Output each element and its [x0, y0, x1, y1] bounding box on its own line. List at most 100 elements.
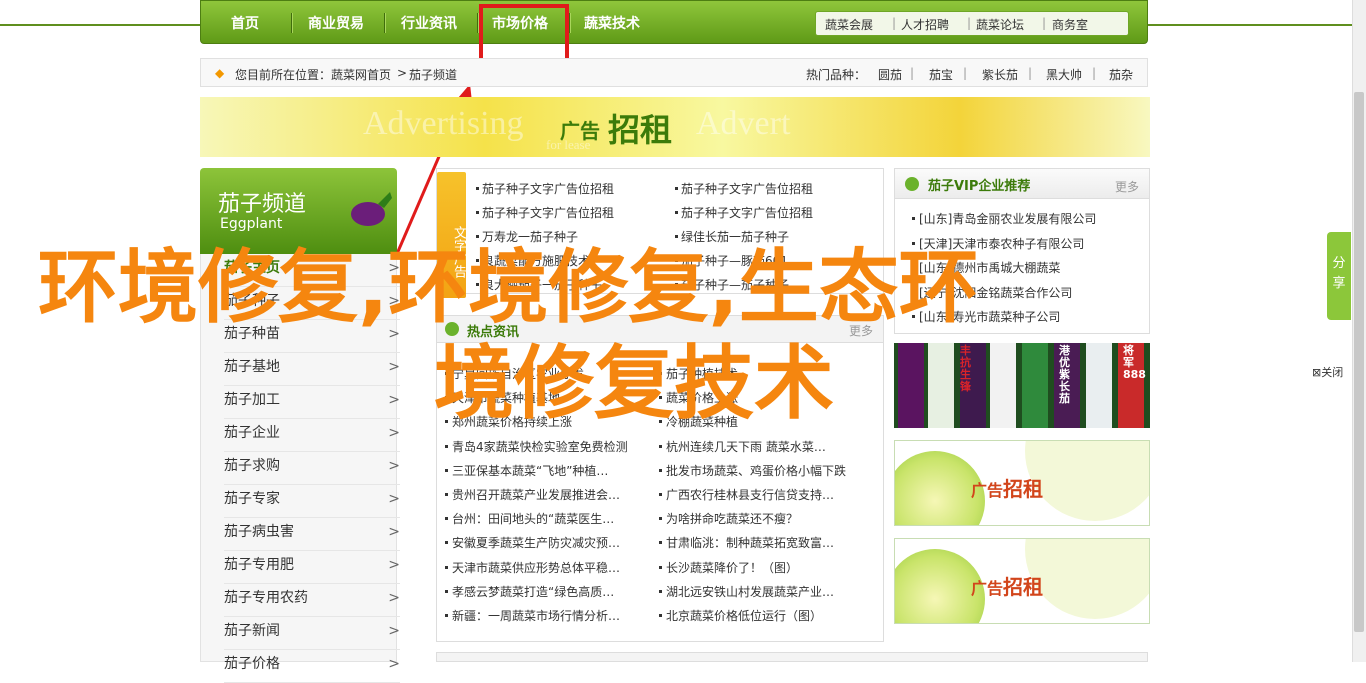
- breadcrumb-home[interactable]: 蔬菜网首页: [331, 66, 391, 83]
- nav-tech[interactable]: 蔬菜技术: [584, 13, 640, 33]
- sidebar-item[interactable]: 茄子基地 >: [224, 353, 400, 386]
- product-photo[interactable]: 丰抗生锋 港优紫长茄 将军888: [894, 343, 1150, 428]
- news-link[interactable]: 贵州召开蔬菜产业发展推进会…: [452, 486, 620, 503]
- sidebar-item[interactable]: 茄子加工 >: [224, 386, 400, 419]
- eggplant-icon: [351, 192, 392, 226]
- sidebar-item[interactable]: 茄子专用肥 >: [224, 551, 400, 584]
- hot-link[interactable]: 茄宝: [929, 66, 953, 83]
- news-link[interactable]: 长沙蔬菜降价了！（图）: [666, 559, 798, 576]
- bullet-icon: [445, 589, 448, 593]
- bullet-icon: [659, 614, 662, 617]
- bullet-icon: [445, 468, 448, 472]
- bullet-icon: [659, 493, 662, 496]
- hot-link[interactable]: 紫长茄: [982, 66, 1018, 83]
- bullet-icon: [659, 444, 662, 448]
- vip-header: 茄子VIP企业推荐 更多: [895, 169, 1149, 199]
- news-link[interactable]: 安徽夏季蔬菜生产防灾减灾预…: [452, 534, 620, 551]
- close-ad-label: 关闭: [1321, 366, 1344, 379]
- sidebar-item[interactable]: 茄子病虫害 >: [224, 518, 400, 551]
- news-link[interactable]: 批发市场蔬菜、鸡蛋价格小幅下跌: [666, 462, 846, 479]
- nav-home[interactable]: 首页: [231, 13, 259, 33]
- seed-packet: [928, 343, 954, 428]
- breadcrumb-prefix: 您目前所在位置：: [235, 68, 332, 82]
- subnav-business[interactable]: 商务室: [1052, 16, 1088, 33]
- ad-label-big: 招租: [608, 111, 673, 149]
- text-ad-link[interactable]: 茄子种子文字广告位招租: [482, 204, 614, 221]
- news-link[interactable]: 孝感云梦蔬菜打造“绿色高质…: [452, 583, 614, 600]
- breadcrumb-sep: >: [397, 66, 408, 80]
- sidebar-item[interactable]: 茄子价格 >: [224, 650, 400, 683]
- nav-separator: [569, 13, 570, 33]
- sub-nav: 蔬菜会展 | 人才招聘 | 蔬菜论坛 | 商务室: [815, 11, 1129, 36]
- bullet-icon: [445, 541, 448, 545]
- ad-block[interactable]: 广告招租: [894, 538, 1150, 624]
- share-button[interactable]: 分享: [1327, 232, 1351, 320]
- sidebar-item-label: 茄子企业: [224, 425, 280, 441]
- sidebar-item[interactable]: 茄子新闻 >: [224, 617, 400, 650]
- chevron-right-icon: >: [388, 392, 400, 408]
- text-ad-link[interactable]: 茄子种子文字广告位招租: [681, 204, 813, 221]
- vip-more-link[interactable]: 更多: [1115, 178, 1139, 195]
- news-link[interactable]: 湖北远安铁山村发展蔬菜产业…: [666, 583, 834, 600]
- subnav-jobs[interactable]: 人才招聘: [901, 16, 949, 33]
- news-link[interactable]: 台州：田间地头的“蔬菜医生…: [452, 510, 614, 527]
- bottom-tabs[interactable]: [436, 652, 1148, 662]
- hot-link[interactable]: 圆茄: [878, 66, 902, 83]
- sidebar-item[interactable]: 茄子专用农药 >: [224, 584, 400, 617]
- ad-decoration: [1025, 539, 1149, 619]
- text-ad-link[interactable]: 茄子种子文字广告位招租: [681, 180, 813, 197]
- bullet-icon: [445, 444, 448, 448]
- news-link[interactable]: 为啥拼命吃蔬菜还不瘦？: [666, 510, 798, 527]
- hot-separator: |: [1028, 66, 1033, 80]
- ad-banner[interactable]: Advertising Advert for lease 广告 招租: [200, 97, 1150, 157]
- packet-label: 将军888: [1123, 344, 1146, 381]
- seed-packet: [1086, 343, 1112, 428]
- ad-ghost-text: Advert: [696, 105, 791, 142]
- news-link[interactable]: 三亚保基本蔬菜“飞地”种植…: [452, 462, 608, 479]
- hot-link[interactable]: 黑大帅: [1046, 66, 1082, 83]
- news-link[interactable]: 甘肃临洮：制种蔬菜拓宽致富…: [666, 534, 834, 551]
- packet-label: 港优紫长茄: [1059, 344, 1070, 405]
- sidebar-item[interactable]: 茄子专家 >: [224, 485, 400, 518]
- bullet-icon: [476, 235, 479, 238]
- ad-block[interactable]: 广告招租: [894, 440, 1150, 526]
- sidebar-item-label: 茄子新闻: [224, 623, 280, 639]
- news-link[interactable]: 青岛4家蔬菜快检实验室免费检测: [452, 438, 628, 455]
- bullet-icon: [659, 517, 662, 521]
- subnav-exhibition[interactable]: 蔬菜会展: [825, 16, 873, 33]
- hot-link[interactable]: 茄杂: [1109, 66, 1133, 83]
- sidebar-item-label: 茄子求购: [224, 458, 280, 474]
- ad-ghost-text: Advertising: [363, 105, 524, 142]
- ad-label-small: 广告: [560, 119, 600, 143]
- sidebar-item-label: 茄子病虫害: [224, 524, 294, 540]
- nav-trade[interactable]: 商业贸易: [308, 13, 364, 33]
- news-link[interactable]: 广西农行桂林县支行信贷支持…: [666, 486, 834, 503]
- news-link[interactable]: 北京蔬菜价格低位运行（图）: [666, 607, 822, 624]
- scrollbar-thumb[interactable]: [1354, 92, 1364, 632]
- eggplant-packet: [898, 343, 924, 428]
- hot-label: 热门品种：: [806, 68, 867, 82]
- hot-separator: |: [910, 66, 915, 80]
- bullet-icon: [659, 541, 662, 545]
- sidebar-title: 茄子频道: [218, 192, 307, 217]
- text-ad-link[interactable]: 茄子种子文字广告位招租: [482, 180, 614, 197]
- diamond-icon: ◆: [215, 66, 225, 80]
- chevron-right-icon: >: [388, 458, 400, 474]
- bullet-icon: [912, 217, 915, 220]
- bullet-icon: [476, 187, 479, 190]
- sidebar-item[interactable]: 茄子企业 >: [224, 419, 400, 452]
- bullet-icon: [445, 565, 448, 569]
- nav-news[interactable]: 行业资讯: [401, 13, 457, 33]
- breadcrumb-current[interactable]: 茄子频道: [409, 66, 457, 83]
- subnav-forum[interactable]: 蔬菜论坛: [976, 16, 1024, 33]
- chevron-right-icon: >: [388, 425, 400, 441]
- news-link[interactable]: 杭州连续几天下雨 蔬菜水菜…: [666, 438, 826, 455]
- chevron-right-icon: >: [388, 524, 400, 540]
- vip-company-link[interactable]: [山东]青岛金丽农业发展有限公司: [919, 210, 1096, 227]
- breadcrumb: ◆ 您目前所在位置： 蔬菜网首页 > 茄子频道 热门品种： 圆茄 | 茄宝 | …: [200, 58, 1148, 87]
- ad-block-label: 广告招租: [971, 477, 1044, 501]
- close-ad-button[interactable]: ⊠关闭: [1312, 364, 1343, 380]
- news-link[interactable]: 天津市蔬菜供应形势总体平稳…: [452, 559, 620, 576]
- news-link[interactable]: 新疆：一周蔬菜市场行情分析…: [452, 607, 620, 624]
- sidebar-item[interactable]: 茄子求购 >: [224, 452, 400, 485]
